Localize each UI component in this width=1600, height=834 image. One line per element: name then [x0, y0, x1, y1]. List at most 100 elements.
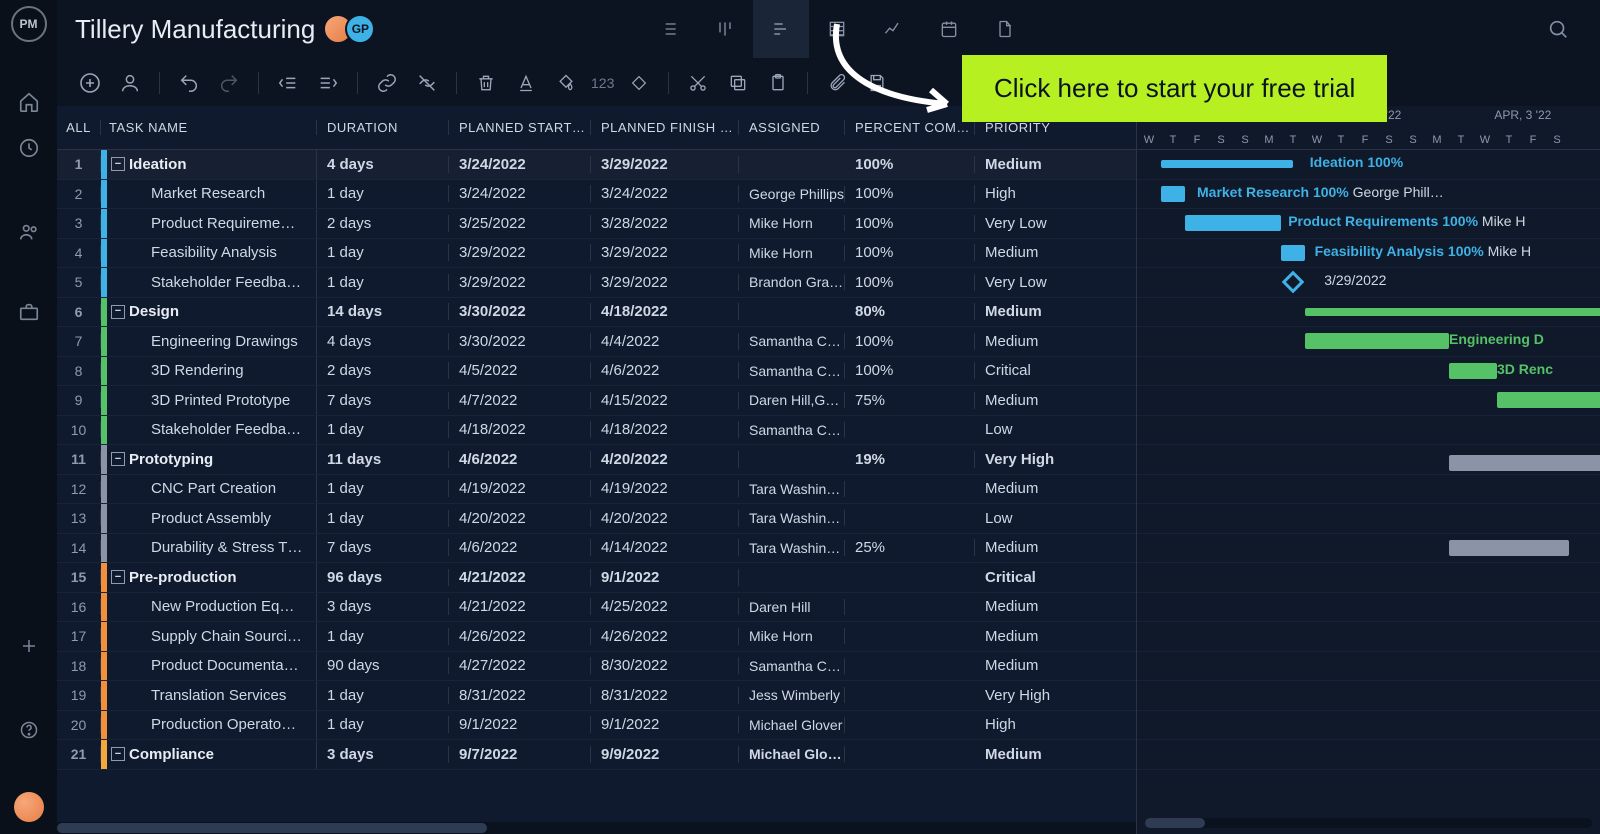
assigned-cell[interactable]: Samantha Cum	[739, 363, 845, 379]
table-row[interactable]: 20Production Operato…1 day9/1/20229/1/20…	[57, 711, 1136, 741]
start-cell[interactable]: 4/5/2022	[449, 362, 591, 379]
current-user-avatar[interactable]	[14, 792, 44, 822]
cut-icon[interactable]	[683, 68, 713, 98]
duration-cell[interactable]: 96 days	[317, 569, 449, 586]
task-name-cell[interactable]: Translation Services	[111, 687, 286, 704]
grid-horizontal-scrollbar[interactable]	[57, 822, 1136, 834]
priority-cell[interactable]: Medium	[975, 746, 1059, 763]
link-icon[interactable]	[372, 68, 402, 98]
view-calendar-icon[interactable]	[921, 0, 977, 58]
start-cell[interactable]: 3/25/2022	[449, 215, 591, 232]
task-name-cell[interactable]: Compliance	[129, 746, 214, 763]
percent-cell[interactable]: 25%	[845, 539, 975, 556]
table-row[interactable]: 2Market Research1 day3/24/20223/24/2022G…	[57, 180, 1136, 210]
start-cell[interactable]: 3/24/2022	[449, 156, 591, 173]
gantt-horizontal-scrollbar[interactable]	[1145, 818, 1592, 828]
finish-cell[interactable]: 4/25/2022	[591, 598, 739, 615]
assigned-cell[interactable]: Samantha Cum	[739, 658, 845, 674]
task-name-cell[interactable]: Design	[129, 303, 179, 320]
col-all[interactable]: ALL	[57, 120, 101, 135]
add-icon[interactable]	[15, 632, 43, 660]
start-cell[interactable]: 3/24/2022	[449, 185, 591, 202]
gantt-bar[interactable]	[1497, 392, 1600, 408]
assigned-cell[interactable]: Daren Hill,Geor	[739, 392, 845, 408]
table-row[interactable]: 21−Compliance3 days9/7/20229/9/2022Micha…	[57, 740, 1136, 770]
task-name-cell[interactable]: Stakeholder Feedba…	[111, 421, 301, 438]
duration-cell[interactable]: 1 day	[317, 687, 449, 704]
assigned-cell[interactable]: Mike Horn	[739, 628, 845, 644]
duration-cell[interactable]: 4 days	[317, 333, 449, 350]
col-priority[interactable]: PRIORITY	[975, 120, 1059, 135]
priority-cell[interactable]: Medium	[975, 598, 1059, 615]
duration-cell[interactable]: 1 day	[317, 274, 449, 291]
copy-icon[interactable]	[723, 68, 753, 98]
col-duration[interactable]: DURATION	[317, 120, 449, 135]
recent-icon[interactable]	[15, 134, 43, 162]
start-cell[interactable]: 3/30/2022	[449, 333, 591, 350]
finish-cell[interactable]: 4/14/2022	[591, 539, 739, 556]
table-row[interactable]: 12CNC Part Creation1 day4/19/20224/19/20…	[57, 475, 1136, 505]
task-name-cell[interactable]: Durability & Stress T…	[111, 539, 302, 556]
priority-cell[interactable]: Very High	[975, 687, 1059, 704]
assigned-cell[interactable]: Jess Wimberly	[739, 687, 845, 703]
table-row[interactable]: 7Engineering Drawings4 days3/30/20224/4/…	[57, 327, 1136, 357]
gantt-bar[interactable]	[1185, 215, 1281, 231]
priority-cell[interactable]: Critical	[975, 569, 1059, 586]
finish-cell[interactable]: 4/18/2022	[591, 303, 739, 320]
start-cell[interactable]: 3/29/2022	[449, 244, 591, 261]
finish-cell[interactable]: 3/29/2022	[591, 274, 739, 291]
assigned-cell[interactable]: Tara Washingto	[739, 540, 845, 556]
priority-cell[interactable]: High	[975, 716, 1059, 733]
view-board-icon[interactable]	[697, 0, 753, 58]
start-cell[interactable]: 3/30/2022	[449, 303, 591, 320]
table-row[interactable]: 18Product Documenta…90 days4/27/20228/30…	[57, 652, 1136, 682]
percent-cell[interactable]: 75%	[845, 392, 975, 409]
table-row[interactable]: 83D Rendering2 days4/5/20224/6/2022Saman…	[57, 357, 1136, 387]
search-icon[interactable]	[1530, 0, 1586, 58]
assigned-cell[interactable]: Michael Glover	[739, 746, 845, 762]
finish-cell[interactable]: 3/29/2022	[591, 244, 739, 261]
help-icon[interactable]	[15, 716, 43, 744]
assigned-cell[interactable]: Michael Glover	[739, 717, 845, 733]
duration-cell[interactable]: 1 day	[317, 716, 449, 733]
task-name-cell[interactable]: Stakeholder Feedba…	[111, 274, 301, 291]
collapse-toggle-icon[interactable]: −	[111, 452, 125, 466]
start-cell[interactable]: 9/7/2022	[449, 746, 591, 763]
start-cell[interactable]: 4/21/2022	[449, 598, 591, 615]
assigned-cell[interactable]: Mike Horn	[739, 215, 845, 231]
start-cell[interactable]: 4/7/2022	[449, 392, 591, 409]
collapse-toggle-icon[interactable]: −	[111, 157, 125, 171]
finish-cell[interactable]: 9/1/2022	[591, 569, 739, 586]
start-cell[interactable]: 4/19/2022	[449, 480, 591, 497]
task-name-cell[interactable]: Feasibility Analysis	[111, 244, 277, 261]
col-percent-complete[interactable]: PERCENT COM…	[845, 120, 975, 135]
finish-cell[interactable]: 4/26/2022	[591, 628, 739, 645]
view-gantt-icon[interactable]	[753, 0, 809, 58]
duration-cell[interactable]: 7 days	[317, 392, 449, 409]
delete-icon[interactable]	[471, 68, 501, 98]
start-cell[interactable]: 4/6/2022	[449, 451, 591, 468]
percent-cell[interactable]: 100%	[845, 362, 975, 379]
table-row[interactable]: 13Product Assembly1 day4/20/20224/20/202…	[57, 504, 1136, 534]
finish-cell[interactable]: 4/18/2022	[591, 421, 739, 438]
assigned-cell[interactable]: Tara Washingto	[739, 481, 845, 497]
col-planned-start[interactable]: PLANNED START…	[449, 120, 591, 135]
priority-cell[interactable]: Medium	[975, 244, 1059, 261]
finish-cell[interactable]: 4/4/2022	[591, 333, 739, 350]
percent-cell[interactable]: 100%	[845, 244, 975, 261]
gantt-bar[interactable]	[1305, 308, 1600, 316]
start-cell[interactable]: 4/21/2022	[449, 569, 591, 586]
start-cell[interactable]: 4/26/2022	[449, 628, 591, 645]
assigned-cell[interactable]: Mike Horn	[739, 245, 845, 261]
priority-cell[interactable]: Medium	[975, 657, 1059, 674]
users-icon[interactable]	[15, 218, 43, 246]
milestone-icon[interactable]	[624, 68, 654, 98]
finish-cell[interactable]: 3/29/2022	[591, 156, 739, 173]
percent-cell[interactable]: 100%	[845, 333, 975, 350]
task-name-cell[interactable]: Market Research	[111, 185, 265, 202]
redo-icon[interactable]	[214, 68, 244, 98]
table-row[interactable]: 6−Design14 days3/30/20224/18/202280%Medi…	[57, 298, 1136, 328]
task-name-cell[interactable]: Production Operato…	[111, 716, 296, 733]
assigned-cell[interactable]: Brandon Gray,N	[739, 274, 845, 290]
attachment-icon[interactable]	[822, 68, 852, 98]
